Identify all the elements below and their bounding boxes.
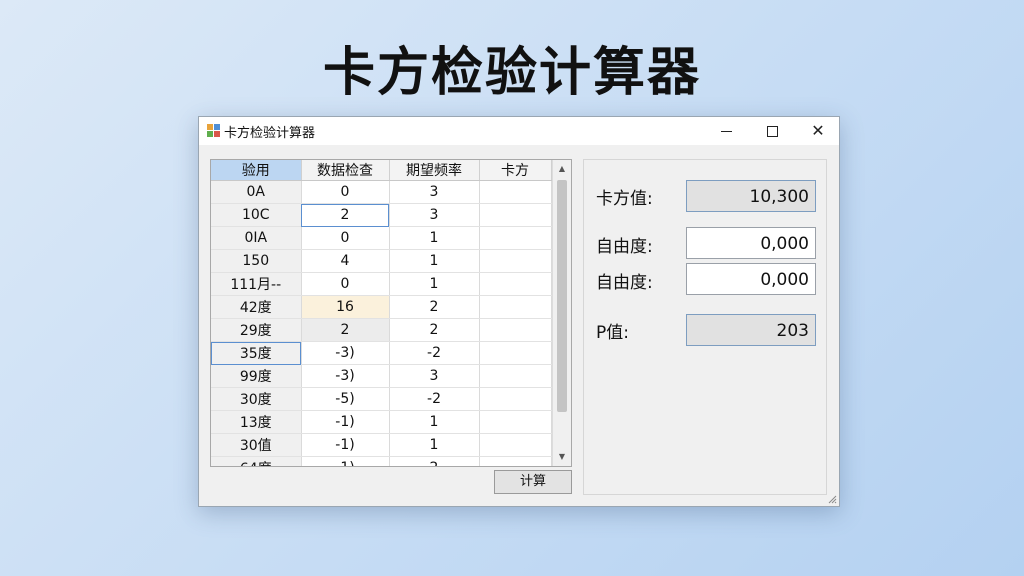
table-row[interactable]: 13度 -1) 1 [211, 410, 552, 434]
maximize-icon [766, 126, 778, 137]
resize-grip-icon[interactable] [827, 494, 837, 504]
chi-square-cell[interactable] [479, 272, 552, 296]
expected-cell[interactable]: 3 [389, 203, 480, 227]
chi-square-cell[interactable] [479, 249, 552, 273]
observed-cell[interactable]: 2 [301, 318, 390, 342]
category-cell[interactable]: 99度 [211, 364, 302, 388]
minimize-button[interactable] [703, 117, 749, 145]
table-row[interactable]: 150 4 1 [211, 249, 552, 273]
window-title: 卡方检验计算器 [224, 126, 316, 141]
table-row[interactable]: 35度 -3) -2 [211, 341, 552, 365]
chi-square-cell[interactable] [479, 295, 552, 319]
observed-cell[interactable]: -3) [301, 364, 390, 388]
observed-cell[interactable]: -3) [301, 341, 390, 365]
observed-cell[interactable]: -1) [301, 456, 390, 466]
expected-cell[interactable]: 1 [389, 249, 480, 273]
table-row[interactable]: 99度 -3) 3 [211, 364, 552, 388]
category-cell[interactable]: 30度 [211, 387, 302, 411]
category-cell[interactable]: 0A [211, 180, 302, 204]
chi-square-cell[interactable] [479, 410, 552, 434]
table-header-row: 验用 数据检查 期望频率 卡方 [211, 160, 552, 181]
table-row[interactable]: 0A 0 3 [211, 180, 552, 204]
expected-cell[interactable]: 1 [389, 433, 480, 457]
expected-cell[interactable]: 3 [389, 364, 480, 388]
chi-square-cell[interactable] [479, 318, 552, 342]
calculate-button[interactable]: 计算 [494, 470, 572, 494]
scroll-thumb[interactable] [557, 180, 567, 412]
results-panel: 卡方值: 10,300 自由度: 0,000 自由度: 0,000 P值: 20… [583, 159, 827, 495]
category-cell[interactable]: 111月-- [211, 272, 302, 296]
table-row[interactable]: 64度-1)2 [211, 456, 552, 466]
expected-cell[interactable]: 1 [389, 410, 480, 434]
table-row[interactable]: 10C 2 3 [211, 203, 552, 227]
observed-cell[interactable]: 4 [301, 249, 390, 273]
category-cell[interactable]: 13度 [211, 410, 302, 434]
table-row[interactable]: 30值 -1) 1 [211, 433, 552, 457]
maximize-button[interactable] [749, 117, 795, 145]
column-header-expected[interactable]: 期望频率 [389, 160, 480, 181]
category-cell[interactable]: 10C [211, 203, 302, 227]
expected-cell[interactable]: 2 [389, 295, 480, 319]
df1-field[interactable]: 0,000 [686, 227, 816, 259]
observed-cell[interactable]: 0 [301, 226, 390, 250]
table-row[interactable]: 0IA 0 1 [211, 226, 552, 250]
app-grid-icon [207, 124, 220, 137]
table-scrollbar[interactable]: ▲ ▼ [552, 160, 571, 466]
expected-cell[interactable]: -2 [389, 387, 480, 411]
category-cell[interactable]: 35度 [211, 341, 302, 365]
title-bar[interactable]: 卡方检验计算器 ✕ [199, 117, 839, 145]
observed-cell[interactable]: 16 [301, 295, 390, 319]
column-header-category[interactable]: 验用 [211, 160, 302, 181]
df2-field[interactable]: 0,000 [686, 263, 816, 295]
table-row[interactable]: 30度 -5) -2 [211, 387, 552, 411]
expected-cell[interactable]: 2 [389, 456, 480, 466]
observed-cell[interactable]: 2 [301, 203, 390, 227]
close-icon: ✕ [811, 121, 825, 140]
chi-square-cell[interactable] [479, 226, 552, 250]
chi-square-cell[interactable] [479, 387, 552, 411]
chi-square-label: 卡方值: [596, 189, 653, 209]
chi-square-cell[interactable] [479, 203, 552, 227]
category-cell[interactable]: 0IA [211, 226, 302, 250]
expected-cell[interactable]: 1 [389, 272, 480, 296]
scroll-down-icon[interactable]: ▼ [553, 450, 571, 464]
column-header-observed[interactable]: 数据检查 [301, 160, 390, 181]
category-cell[interactable]: 29度 [211, 318, 302, 342]
chi-square-cell[interactable] [479, 180, 552, 204]
expected-cell[interactable]: 3 [389, 180, 480, 204]
p-value-label: P值: [596, 323, 629, 343]
chi-square-value: 10,300 [686, 180, 816, 212]
df1-label: 自由度: [596, 237, 653, 257]
scroll-up-icon[interactable]: ▲ [553, 162, 571, 176]
expected-cell[interactable]: 2 [389, 318, 480, 342]
expected-cell[interactable]: -2 [389, 341, 480, 365]
page-title: 卡方检验计算器 [322, 43, 701, 103]
column-header-chi-square[interactable]: 卡方 [479, 160, 552, 181]
table-row[interactable]: 29度 2 2 [211, 318, 552, 342]
calculator-window: 卡方检验计算器 ✕ 验用 数据检查 期望频率 卡方 0A 0 3 10C 2 3 0IA 0 1… [198, 116, 840, 507]
observed-cell[interactable]: -5) [301, 387, 390, 411]
observed-cell[interactable]: 0 [301, 272, 390, 296]
chi-square-cell[interactable] [479, 364, 552, 388]
observed-cell[interactable]: 0 [301, 180, 390, 204]
p-value-value: 203 [686, 314, 816, 346]
close-button[interactable]: ✕ [795, 117, 841, 145]
data-table[interactable]: 验用 数据检查 期望频率 卡方 0A 0 3 10C 2 3 0IA 0 1 150 4 1 111月-… [210, 159, 572, 467]
chi-square-cell[interactable] [479, 433, 552, 457]
observed-cell[interactable]: -1) [301, 410, 390, 434]
minimize-icon [720, 131, 732, 132]
expected-cell[interactable]: 1 [389, 226, 480, 250]
category-cell[interactable]: 42度 [211, 295, 302, 319]
category-cell[interactable]: 30值 [211, 433, 302, 457]
observed-cell[interactable]: -1) [301, 433, 390, 457]
df2-label: 自由度: [596, 273, 653, 293]
category-cell[interactable]: 64度 [211, 456, 302, 466]
chi-square-cell[interactable] [479, 456, 552, 466]
category-cell[interactable]: 150 [211, 249, 302, 273]
table-row[interactable]: 42度 16 2 [211, 295, 552, 319]
chi-square-cell[interactable] [479, 341, 552, 365]
table-row[interactable]: 111月-- 0 1 [211, 272, 552, 296]
